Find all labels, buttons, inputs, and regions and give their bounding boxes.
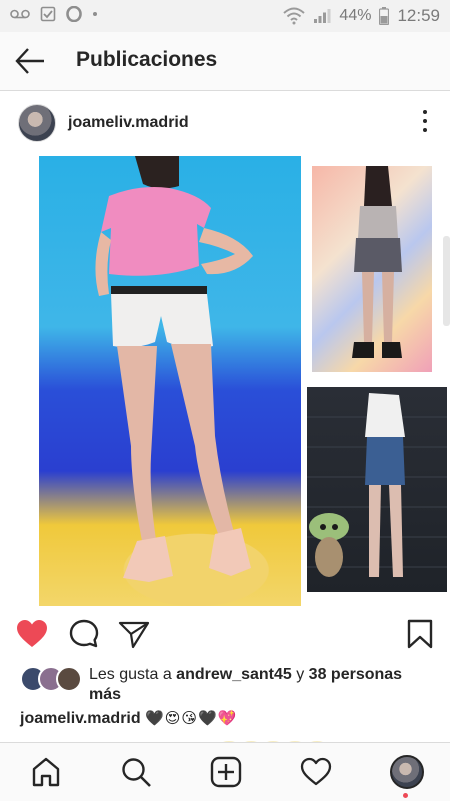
share-send-icon[interactable] — [118, 618, 150, 650]
post-header: joameliv.madrid — [0, 92, 450, 156]
signal-icon — [314, 9, 331, 23]
side-photo-bottom — [307, 387, 447, 592]
add-post-icon[interactable] — [210, 756, 242, 788]
status-right: 44% 12:59 — [283, 6, 440, 26]
liker-username[interactable]: andrew_sant45 — [176, 666, 292, 683]
checkbox-icon — [40, 6, 56, 22]
battery-icon — [379, 7, 390, 25]
home-icon[interactable] — [30, 756, 62, 788]
status-left — [10, 6, 98, 22]
likes-prefix: Les gusta a — [89, 666, 177, 683]
page-title: Publicaciones — [76, 48, 218, 71]
caption-username[interactable]: joameliv.madrid — [20, 710, 141, 727]
side-photo-top — [312, 166, 432, 372]
post-caption: joameliv.madrid 🖤😍😘🖤💖 — [20, 709, 237, 728]
post-actions — [0, 612, 450, 656]
liker-avatar — [56, 666, 82, 692]
bookmark-icon[interactable] — [404, 618, 436, 650]
author-avatar[interactable] — [18, 104, 56, 142]
wifi-icon — [283, 7, 306, 25]
liker-avatars — [20, 666, 82, 692]
author-username[interactable]: joameliv.madrid — [68, 114, 189, 132]
side-photo-top-figure — [352, 166, 402, 358]
like-heart-icon[interactable] — [16, 618, 48, 650]
caption-text: 🖤😍😘🖤💖 — [145, 710, 238, 727]
post-media[interactable] — [0, 156, 450, 608]
back-arrow-icon[interactable] — [14, 46, 46, 76]
activity-heart-icon[interactable] — [300, 756, 332, 788]
likes-summary[interactable]: Les gusta a andrew_sant45 y 38 personas … — [20, 664, 440, 708]
status-bar: 44% 12:59 — [0, 0, 450, 32]
main-photo — [39, 156, 301, 606]
search-icon[interactable] — [120, 756, 152, 788]
side-photo-bottom-figure — [307, 393, 447, 577]
voicemail-icon — [10, 9, 30, 19]
bottom-navigation — [0, 742, 450, 801]
profile-avatar[interactable] — [390, 755, 424, 789]
dot-icon — [93, 12, 97, 16]
main-photo-figure — [95, 156, 253, 582]
likes-text: Les gusta a andrew_sant45 y 38 personas … — [89, 665, 429, 705]
comment-icon[interactable] — [68, 618, 100, 650]
more-options-icon[interactable] — [420, 110, 430, 136]
top-app-bar: Publicaciones — [0, 32, 450, 91]
likes-middle: y — [291, 666, 309, 683]
battery-percent: 44% — [339, 7, 372, 24]
opera-icon — [66, 6, 82, 22]
notification-dot — [403, 793, 408, 798]
clock: 12:59 — [397, 6, 440, 25]
scroll-hint — [443, 236, 450, 326]
